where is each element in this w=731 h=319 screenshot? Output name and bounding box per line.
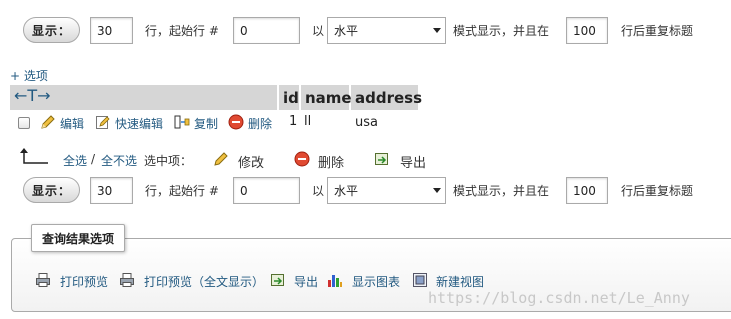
quick-edit-icon[interactable] (95, 114, 111, 130)
watermark: https://blog.csdn.net/Le_Anny (428, 289, 690, 307)
chevron-down-icon (433, 28, 441, 33)
mode-select-value: 水平 (334, 24, 359, 38)
row-checkbox[interactable] (18, 117, 30, 129)
mode-select-value: 水平 (334, 184, 359, 198)
repeat-header-input[interactable]: 100 (566, 17, 608, 44)
sort-arrows[interactable]: ←T→ (14, 86, 51, 105)
quick-edit-link[interactable]: 快速编辑 (115, 115, 163, 132)
column-header-name[interactable]: name (301, 85, 352, 110)
mode-label: 以 (312, 184, 325, 198)
copy-icon[interactable] (174, 114, 190, 130)
rows-label: 行，起始行 # (145, 24, 219, 38)
rows-input[interactable]: 30 (90, 177, 133, 204)
print-view-full-link[interactable]: 打印预览（全文显示） (144, 273, 264, 290)
rows-input[interactable]: 30 (90, 17, 133, 44)
chevron-down-icon (433, 188, 441, 193)
deselect-all-link[interactable]: 全不选 (101, 152, 137, 169)
repeat-suffix-label: 行后重复标题 (621, 24, 694, 38)
view-icon[interactable] (412, 272, 428, 288)
delete-link[interactable]: 删除 (248, 115, 272, 132)
bulk-delete-button[interactable]: 删除 (318, 152, 344, 171)
printer-icon[interactable] (35, 272, 51, 288)
bulk-modify-button[interactable]: 修改 (238, 152, 264, 171)
select-all-link[interactable]: 全选 (63, 152, 87, 169)
mode-select[interactable]: 水平 (327, 17, 446, 44)
show-button[interactable]: 显示： (23, 177, 80, 203)
select-separator: / (91, 152, 96, 166)
options-link[interactable]: + 选项 (10, 67, 48, 84)
pencil-icon[interactable] (40, 114, 56, 130)
repeat-header-input[interactable]: 100 (566, 177, 608, 204)
table-row: 编辑 快速编辑 复制 删除 1 ll usa (10, 111, 420, 133)
arrow-up-left-icon (20, 148, 48, 164)
rows-label: 行，起始行 # (145, 184, 219, 198)
mode-suffix-label: 模式显示，并且在 (453, 24, 550, 38)
printer-icon[interactable] (119, 272, 135, 288)
create-view-link[interactable]: 新建视图 (436, 273, 484, 290)
show-button[interactable]: 显示： (23, 17, 80, 43)
query-results-legend: 查询结果选项 (31, 224, 126, 252)
copy-link[interactable]: 复制 (194, 115, 218, 132)
mode-select[interactable]: 水平 (327, 177, 446, 204)
column-header-address[interactable]: address (351, 85, 422, 110)
display-chart-link[interactable]: 显示图表 (352, 273, 400, 290)
delete-icon[interactable] (294, 151, 310, 167)
export-icon[interactable] (374, 151, 390, 167)
with-selected-label: 选中项： (144, 154, 193, 168)
bulk-export-button[interactable]: 导出 (400, 152, 426, 171)
export-icon[interactable] (270, 272, 286, 288)
start-row-input[interactable]: 0 (233, 177, 300, 204)
bar-chart-icon[interactable] (327, 272, 343, 288)
start-row-input[interactable]: 0 (233, 17, 300, 44)
pencil-icon[interactable] (213, 151, 229, 167)
repeat-suffix-label: 行后重复标题 (621, 184, 694, 198)
mode-suffix-label: 模式显示，并且在 (453, 184, 550, 198)
column-header-id[interactable]: id (279, 85, 299, 110)
delete-icon[interactable] (228, 114, 244, 130)
mode-label: 以 (312, 24, 325, 38)
export-link[interactable]: 导出 (294, 273, 318, 290)
cell-name: ll (304, 114, 312, 129)
cell-id: 1 (289, 114, 298, 129)
cell-address: usa (355, 115, 378, 130)
print-view-link[interactable]: 打印预览 (60, 273, 108, 290)
edit-link[interactable]: 编辑 (60, 115, 84, 132)
